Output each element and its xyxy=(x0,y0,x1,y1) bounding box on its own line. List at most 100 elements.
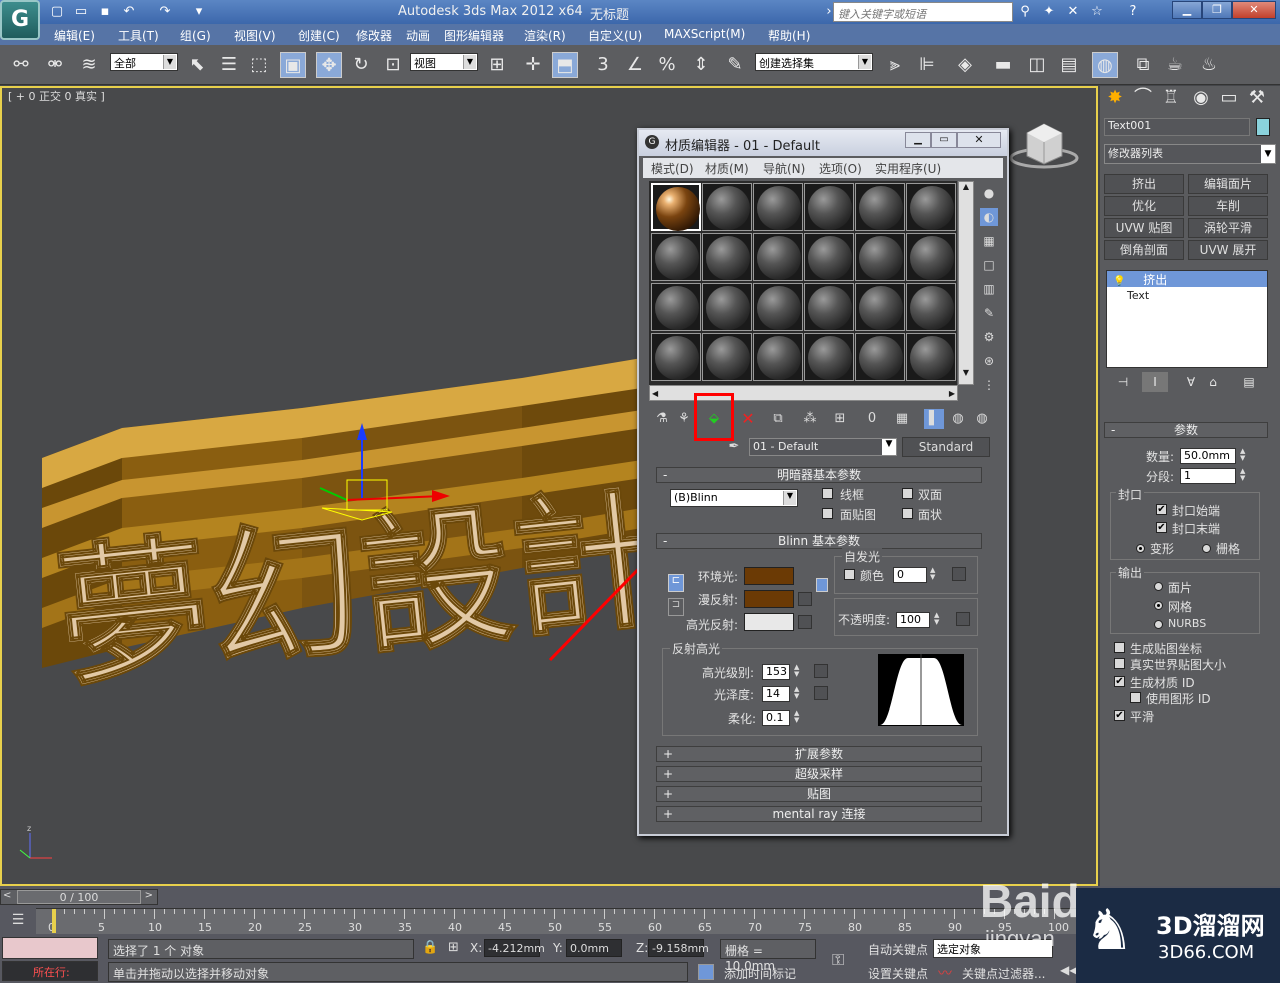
modifier-btn-uvw-map[interactable]: UVW 贴图 xyxy=(1104,218,1184,238)
cap-end-checkbox[interactable]: ✔ xyxy=(1156,522,1167,533)
snap-3d-icon[interactable]: 3 xyxy=(590,52,616,78)
window-crossing-icon[interactable]: ▣ xyxy=(280,52,306,78)
stack-item-text[interactable]: Text xyxy=(1127,289,1149,302)
create-tab-icon[interactable]: ✸ xyxy=(1102,86,1128,110)
spec-level-input[interactable]: 153 xyxy=(762,664,790,680)
app-logo-icon[interactable]: G xyxy=(0,0,40,40)
select-by-material-icon[interactable]: ⊛ xyxy=(980,352,998,370)
go-forward-sibling-icon[interactable]: ◍ xyxy=(972,409,992,429)
modify-tab-icon[interactable]: ⌒ xyxy=(1130,86,1156,110)
sample-slot[interactable] xyxy=(753,183,803,231)
menu-item-6[interactable]: 动画 xyxy=(406,27,430,44)
pin-stack-icon[interactable]: ⊣ xyxy=(1110,372,1136,392)
material-editor-icon[interactable]: ◍ xyxy=(1092,52,1118,78)
timeline-config-icon[interactable]: ☰ xyxy=(6,912,30,930)
slots-vscrollbar[interactable]: ▲ ▼ xyxy=(958,181,974,385)
sample-slot[interactable] xyxy=(804,233,854,281)
background-icon[interactable]: ▦ xyxy=(980,232,998,250)
lock-specular-icon[interactable]: ⊐ xyxy=(668,598,684,616)
segments-input[interactable]: 1 xyxy=(1180,468,1236,484)
lock-ambient-icon[interactable]: ⊏ xyxy=(668,574,684,592)
maximize-button[interactable]: ❐ xyxy=(1202,1,1232,19)
set-key-button[interactable]: 设置关键点 xyxy=(868,965,928,982)
align-icon[interactable]: ⊫ xyxy=(914,52,940,78)
add-time-tag-icon[interactable] xyxy=(698,964,714,980)
pick-material-icon[interactable]: ✒ xyxy=(724,437,744,457)
sample-slot[interactable] xyxy=(804,283,854,331)
key-filters-button[interactable]: 关键点过滤器... xyxy=(962,965,1045,982)
mirror-icon[interactable]: ⫸ xyxy=(882,52,908,78)
help-search-input[interactable]: 键入关键字或短语 xyxy=(833,2,1013,22)
sample-slot[interactable] xyxy=(651,233,701,281)
select-object-icon[interactable]: ⬉ xyxy=(184,52,210,78)
open-file-icon[interactable]: ▭ xyxy=(72,3,90,21)
morph-radio[interactable] xyxy=(1136,544,1145,553)
blinn-rollout-header[interactable]: - Blinn 基本参数 xyxy=(656,533,982,549)
graphite-tools-icon[interactable]: ▬ xyxy=(990,52,1016,78)
go-to-parent-icon[interactable]: ◍ xyxy=(948,409,968,429)
stack-item-extrude[interactable]: 💡 挤出 xyxy=(1107,271,1267,287)
modifier-btn-optimize[interactable]: 优化 xyxy=(1104,196,1184,216)
modifier-btn-edit-patch[interactable]: 编辑面片 xyxy=(1188,174,1268,194)
modifier-btn-bevel-profile[interactable]: 倒角剖面 xyxy=(1104,240,1184,260)
link-icon[interactable]: ⚯ xyxy=(8,52,34,78)
options-icon[interactable]: ⚙ xyxy=(980,328,998,346)
object-name-field[interactable]: Text001 xyxy=(1104,118,1250,136)
undo-icon[interactable]: ↶ xyxy=(120,3,138,21)
me-close-button[interactable]: ✕ xyxy=(957,132,1001,148)
close-button[interactable]: ✕ xyxy=(1232,1,1276,19)
me-menu-item-2[interactable]: 导航(N) xyxy=(763,160,805,177)
lightbulb-icon[interactable]: 💡 xyxy=(1113,276,1125,287)
self-illum-value[interactable]: 0 xyxy=(893,567,927,583)
minimize-button[interactable]: ▁ xyxy=(1172,1,1202,19)
wire-checkbox[interactable] xyxy=(822,488,833,499)
sample-slot[interactable] xyxy=(855,183,905,231)
rendered-frame-icon[interactable]: ☕ xyxy=(1162,52,1188,78)
params-rollout-header[interactable]: - 参数 xyxy=(1104,422,1268,438)
ambient-swatch[interactable] xyxy=(744,567,794,585)
spinner-snap-icon[interactable]: ⇕ xyxy=(688,52,714,78)
sample-slot[interactable] xyxy=(906,283,956,331)
gloss-input[interactable]: 14 xyxy=(762,686,790,702)
sample-slot[interactable] xyxy=(702,183,752,231)
ref-coord-dropdown[interactable]: 视图 ▼ xyxy=(410,53,478,71)
timeline-current-frame[interactable] xyxy=(52,909,56,933)
help-icon[interactable]: ? xyxy=(1124,3,1142,21)
reset-material-icon[interactable]: ✕ xyxy=(738,409,758,429)
show-end-result-me-icon[interactable]: ▌ xyxy=(924,409,944,429)
me-minimize-button[interactable]: ▁ xyxy=(905,132,931,148)
show-end-result-icon[interactable]: I xyxy=(1142,372,1168,392)
configure-sets-icon[interactable]: ▤ xyxy=(1236,372,1262,392)
pivot-center-icon[interactable]: ⊞ xyxy=(484,52,510,78)
menu-item-1[interactable]: 工具(T) xyxy=(118,27,159,44)
specular-map-button[interactable] xyxy=(798,615,812,629)
selection-filter-dropdown[interactable]: 全部 ▼ xyxy=(110,53,178,71)
gloss-spinner[interactable]: ▲ ▼ xyxy=(794,686,802,700)
y-coord-input[interactable]: 0.0mm xyxy=(566,939,622,957)
hierarchy-tab-icon[interactable]: ♖ xyxy=(1158,86,1184,110)
sample-slot[interactable] xyxy=(906,183,956,231)
self-illum-map-button[interactable] xyxy=(952,567,966,581)
diffuse-map-button[interactable] xyxy=(798,592,812,606)
maps-rollout[interactable]: + 贴图 xyxy=(656,786,982,802)
auto-key-button[interactable]: 自动关键点 xyxy=(868,941,928,958)
lock-map-icon[interactable] xyxy=(816,578,828,592)
modifier-btn-unwrap-uvw[interactable]: UVW 展开 xyxy=(1188,240,1268,260)
remove-modifier-icon[interactable]: ⌂ xyxy=(1200,372,1226,392)
gen-mapping-checkbox[interactable] xyxy=(1114,642,1125,653)
gloss-map-button[interactable] xyxy=(814,686,828,700)
opacity-input[interactable]: 100 xyxy=(896,612,930,628)
opacity-spinner[interactable]: ▲ ▼ xyxy=(934,612,942,626)
face-map-checkbox[interactable] xyxy=(822,508,833,519)
menu-item-2[interactable]: 组(G) xyxy=(180,27,211,44)
video-color-check-icon[interactable]: ▥ xyxy=(980,280,998,298)
add-time-tag[interactable]: 添加时间标记 xyxy=(724,965,796,982)
self-illum-spinner[interactable]: ▲ ▼ xyxy=(930,567,938,581)
show-map-viewport-icon[interactable]: ▦ xyxy=(892,409,912,429)
time-slider-thumb[interactable]: 0 / 100 xyxy=(17,890,141,904)
two-sided-checkbox[interactable] xyxy=(902,488,913,499)
faceted-checkbox[interactable] xyxy=(902,508,913,519)
object-color-swatch[interactable] xyxy=(1256,118,1270,136)
modifier-stack[interactable]: 💡 挤出 Text xyxy=(1106,270,1268,368)
sample-slot[interactable] xyxy=(855,233,905,281)
